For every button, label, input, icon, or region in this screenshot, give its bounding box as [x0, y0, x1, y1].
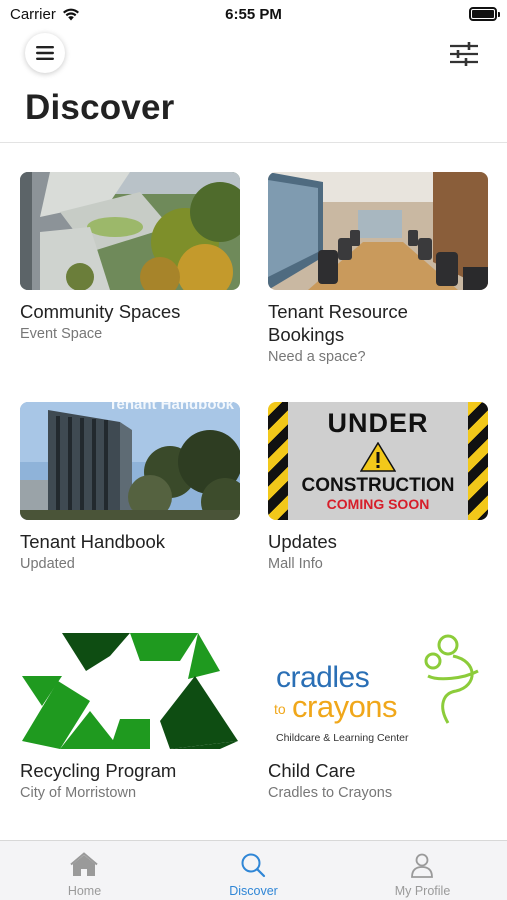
header-divider	[0, 142, 507, 143]
tab-my-profile[interactable]: My Profile	[338, 841, 507, 900]
card-child-care[interactable]: cradles to crayons Childcare & Learning …	[268, 631, 488, 801]
tab-home[interactable]: Home	[0, 841, 169, 900]
sign-line-under: UNDER	[327, 408, 429, 438]
logo-word-to: to	[274, 701, 286, 717]
office-tower-photo: Tenant Handbook	[20, 402, 240, 520]
user-icon	[411, 853, 433, 878]
conference-room-photo	[268, 172, 488, 290]
aerial-campus-photo	[20, 172, 240, 290]
card-subtitle: Mall Info	[268, 556, 323, 572]
card-title: Child Care	[268, 760, 356, 781]
card-updates[interactable]: UNDER CONSTRUCTION COMING SOON Updates M…	[268, 402, 488, 572]
search-icon	[241, 853, 266, 878]
image-caption: Tenant Handbook	[108, 402, 234, 413]
home-icon	[70, 852, 98, 876]
cradles-to-crayons-logo: cradles to crayons Childcare & Learning …	[268, 631, 488, 749]
card-title: Tenant Handbook	[20, 531, 166, 552]
logo-figure-mark	[424, 634, 479, 724]
sliders-filter-icon	[450, 42, 478, 66]
menu-button[interactable]	[25, 33, 65, 73]
recycling-symbol	[20, 631, 240, 749]
card-title: Recycling Program	[20, 760, 177, 781]
card-subtitle: Cradles to Crayons	[268, 785, 393, 801]
status-time: 6:55 PM	[225, 6, 282, 23]
sign-line-construction: CONSTRUCTION	[301, 475, 455, 496]
tab-label: Discover	[229, 884, 278, 898]
card-community-spaces[interactable]: Community Spaces Event Space	[20, 172, 240, 342]
hamburger-menu-icon	[36, 46, 54, 60]
battery-icon	[469, 7, 500, 21]
card-tenant-handbook[interactable]: Tenant Handbook Tenant Handbook Updated	[20, 402, 240, 572]
card-subtitle: Event Space	[20, 326, 103, 342]
logo-word-crayons: crayons	[292, 689, 398, 724]
tab-discover[interactable]: Discover	[169, 841, 338, 900]
card-subtitle: Updated	[20, 556, 75, 572]
card-subtitle: City of Morristown	[20, 785, 137, 801]
battery-level	[472, 10, 494, 18]
card-title: Community Spaces	[20, 301, 181, 322]
card-tenant-resource-bookings[interactable]: Tenant Resource Bookings Need a space?	[268, 172, 488, 365]
card-title: Tenant Resource Bookings	[268, 301, 408, 345]
filter-button[interactable]	[449, 40, 479, 68]
tab-label: My Profile	[394, 884, 451, 898]
card-subtitle: Need a space?	[268, 349, 366, 365]
page-title: Discover	[25, 88, 175, 127]
card-recycling-program[interactable]: Recycling Program City of Morristown	[20, 631, 240, 801]
tab-label: Home	[67, 884, 102, 898]
warning-icon	[360, 442, 396, 472]
bottom-tab-bar: Home Discover My Profile	[0, 840, 507, 900]
status-bar: Carrier 6:55 PM	[0, 0, 507, 28]
under-construction-sign: UNDER CONSTRUCTION COMING SOON	[268, 402, 488, 520]
card-title: Updates	[268, 531, 337, 552]
logo-tagline: Childcare & Learning Center	[276, 732, 409, 744]
sign-line-coming-soon: COMING SOON	[326, 496, 430, 512]
